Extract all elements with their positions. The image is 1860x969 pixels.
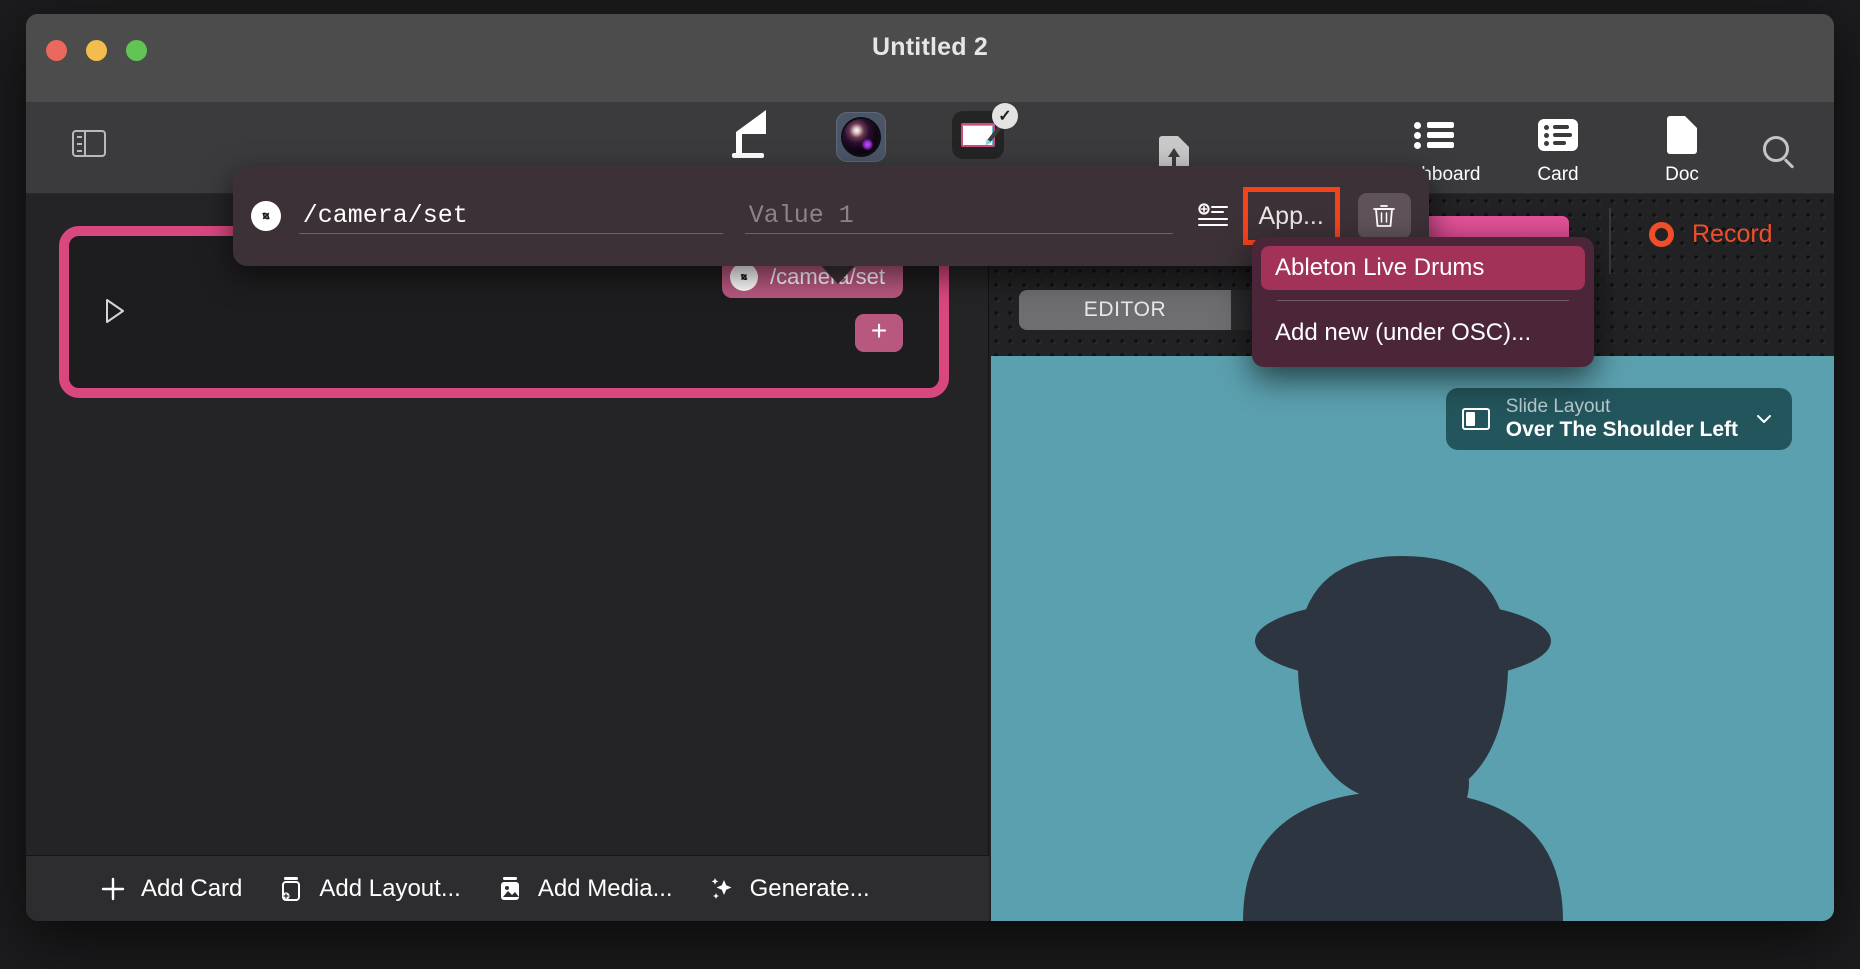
toolbar-doc-label: Doc bbox=[1665, 164, 1699, 185]
video-preview[interactable]: Slide Layout Over The Shoulder Left bbox=[991, 356, 1834, 921]
card-list-icon bbox=[1496, 114, 1620, 156]
dashboard-list-icon bbox=[1372, 114, 1496, 156]
check-badge-icon: ✓ bbox=[992, 102, 1018, 129]
delete-button[interactable] bbox=[1357, 193, 1411, 239]
dropdown-item-add-new[interactable]: Add new (under OSC)... bbox=[1261, 311, 1585, 355]
add-layout-label: Add Layout... bbox=[319, 874, 461, 902]
toolbar-icon-group: ✓ bbox=[726, 102, 1018, 165]
search-button[interactable] bbox=[1744, 114, 1808, 184]
dropdown-item-ableton-live-drums[interactable]: Ableton Live Drums bbox=[1261, 246, 1585, 290]
toolbar-divider bbox=[1609, 208, 1611, 274]
lamp-button[interactable] bbox=[726, 108, 770, 165]
app-target-dropdown: Ableton Live Drums Add new (under OSC)..… bbox=[1252, 237, 1594, 367]
record-button[interactable]: Record bbox=[1649, 220, 1773, 249]
toolbar-right-group: Dashboard Card Doc bbox=[1372, 114, 1808, 186]
doc-page-icon bbox=[1620, 114, 1744, 156]
toolbar-card-button[interactable]: Card bbox=[1496, 114, 1620, 186]
chevron-down-icon[interactable] bbox=[1754, 409, 1774, 429]
sidebar-toggle-button[interactable] bbox=[72, 130, 106, 157]
plus-icon bbox=[98, 874, 128, 904]
record-label: Record bbox=[1692, 220, 1773, 248]
link-icon bbox=[251, 201, 281, 231]
toolbar-card-label: Card bbox=[1537, 164, 1579, 185]
osc-value-input[interactable]: Value 1 bbox=[744, 198, 1173, 234]
record-dot-icon bbox=[1649, 222, 1674, 247]
slide-layout-value: Over The Shoulder Left bbox=[1505, 417, 1738, 441]
slide-layout-label: Slide Layout bbox=[1505, 396, 1611, 417]
toolbar-doc-button[interactable]: Doc bbox=[1620, 114, 1744, 186]
sparkle-icon bbox=[707, 874, 737, 904]
generate-button[interactable]: Generate... bbox=[707, 874, 870, 904]
slide-layout-icon bbox=[1461, 408, 1490, 430]
add-card-button[interactable]: Add Card bbox=[98, 874, 242, 904]
bottom-toolbar: Add Card Add Layout... Add Media... Gene… bbox=[26, 855, 989, 921]
add-media-button[interactable]: Add Media... bbox=[495, 874, 673, 904]
dropdown-separator bbox=[1277, 300, 1569, 301]
card-edit-button[interactable]: ✓ bbox=[952, 102, 1018, 163]
card-add-button[interactable]: + bbox=[855, 314, 903, 352]
play-icon[interactable] bbox=[105, 298, 125, 324]
camera-button[interactable] bbox=[836, 111, 886, 162]
media-image-icon bbox=[495, 874, 525, 904]
osc-address-input[interactable]: /camera/set bbox=[298, 198, 723, 234]
add-media-label: Add Media... bbox=[537, 874, 673, 902]
generate-label: Generate... bbox=[749, 874, 870, 902]
tab-editor[interactable]: EDITOR bbox=[1019, 290, 1231, 330]
link-icon bbox=[730, 263, 759, 291]
sidebar-toggle-icon bbox=[72, 130, 106, 157]
add-layout-button[interactable]: Add Layout... bbox=[276, 874, 461, 904]
left-pane: /camera/set + Add Card Add Layout... Add… bbox=[26, 194, 989, 921]
layout-stack-icon bbox=[276, 874, 306, 904]
person-silhouette bbox=[1242, 556, 1563, 921]
osc-editor-popover: /camera/set Value 1 App... bbox=[233, 166, 1429, 266]
lamp-icon bbox=[732, 110, 766, 158]
add-row-icon[interactable] bbox=[1197, 202, 1229, 230]
slide-layout-control[interactable]: Slide Layout Over The Shoulder Left bbox=[1445, 388, 1792, 450]
app-target-button[interactable]: App... bbox=[1242, 187, 1340, 245]
desktop-background: Untitled 2 ✓ Dashboard Card Doc /camera/… bbox=[0, 0, 1860, 969]
camera-lens-icon bbox=[843, 118, 879, 155]
window-titlebar: Untitled 2 bbox=[26, 14, 1834, 102]
window-title: Untitled 2 bbox=[872, 33, 988, 61]
add-card-label: Add Card bbox=[141, 874, 243, 902]
app-window: Untitled 2 ✓ Dashboard Card Doc /camera/… bbox=[26, 14, 1834, 921]
search-icon bbox=[1763, 136, 1789, 162]
trash-icon bbox=[1373, 205, 1396, 227]
